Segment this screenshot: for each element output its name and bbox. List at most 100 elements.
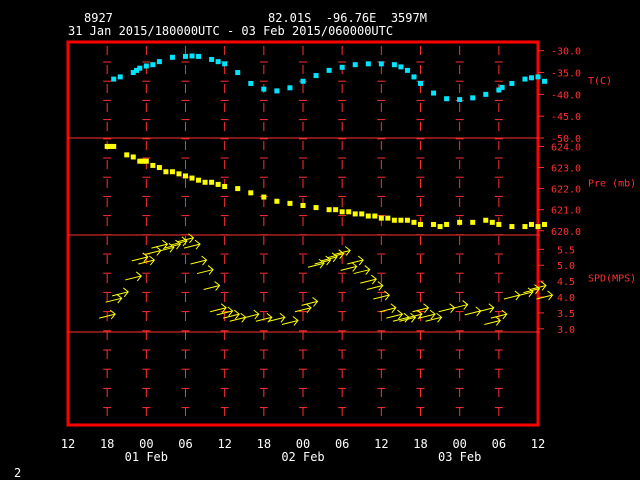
- chart-marks: [99, 53, 554, 326]
- temperature-point: [248, 80, 254, 86]
- temperature-point: [117, 74, 123, 80]
- hour-label: 12: [531, 437, 545, 451]
- pressure-point: [215, 181, 221, 187]
- temperature-point: [444, 96, 450, 102]
- y-axis-label: SPD(MPS): [588, 274, 636, 285]
- y-tick-label: 5.0: [557, 261, 575, 272]
- chart-frame: [66, 40, 540, 427]
- temperature-point: [535, 74, 541, 80]
- wind-arrow: [210, 303, 227, 314]
- temperature-point: [326, 67, 332, 73]
- pressure-point: [411, 219, 417, 225]
- temperature-point: [378, 61, 384, 67]
- chart-grid: [103, 46, 503, 421]
- pressure-point: [189, 175, 195, 181]
- temperature-point: [391, 62, 397, 68]
- wind-arrow: [196, 265, 214, 275]
- pressure-point: [183, 173, 188, 179]
- pressure-point: [352, 211, 358, 217]
- temperature-point: [222, 61, 228, 67]
- page-number: 2: [14, 466, 22, 480]
- hour-label: 00: [139, 437, 153, 451]
- temperature-point: [528, 75, 534, 81]
- temperature-point: [215, 59, 221, 65]
- temperature-point: [143, 63, 149, 69]
- temperature-point: [235, 70, 241, 76]
- y-axis-label: T(C): [588, 76, 612, 87]
- pressure-point: [398, 217, 404, 223]
- temperature-point: [183, 53, 188, 59]
- y-tick-label: 4.0: [557, 293, 575, 304]
- hour-label: 18: [100, 437, 114, 451]
- y-tick-label: 623.0: [551, 164, 581, 175]
- y-tick-label: 621.0: [551, 206, 581, 217]
- y-tick-label: 5.5: [557, 245, 575, 256]
- pressure-point: [274, 198, 280, 204]
- y-tick-label: -30.0: [551, 47, 581, 58]
- temperature-point: [300, 78, 306, 84]
- pressure-point: [470, 219, 476, 225]
- temperature-point: [209, 56, 215, 62]
- temperature-point: [189, 53, 195, 59]
- pressure-point: [535, 224, 541, 230]
- pressure-point: [418, 221, 423, 227]
- hour-label: 00: [296, 437, 310, 451]
- y-tick-label: 3.0: [557, 325, 575, 336]
- pressure-point: [431, 221, 437, 227]
- hour-label: 06: [178, 437, 192, 451]
- temperature-point: [169, 54, 175, 60]
- temperature-point: [404, 67, 410, 73]
- pressure-point: [196, 177, 202, 183]
- day-label: 01 Feb: [125, 450, 168, 464]
- temperature-point: [457, 97, 463, 103]
- y-tick-label: -45.0: [551, 112, 581, 123]
- temperature-point: [398, 64, 404, 70]
- temperature-point: [352, 62, 358, 68]
- temperature-point: [365, 61, 371, 67]
- pressure-point: [365, 213, 371, 219]
- pressure-point: [483, 217, 489, 223]
- pressure-point: [378, 215, 384, 221]
- pressure-point: [457, 219, 463, 225]
- day-label: 03 Feb: [438, 450, 481, 464]
- pressure-point: [339, 209, 345, 215]
- pressure-point: [542, 221, 548, 227]
- pressure-point: [261, 194, 267, 200]
- temperature-point: [313, 73, 319, 79]
- wind-arrow: [190, 255, 208, 266]
- meteogram-chart: 12 18 00 06 12 18 00 06 12 18 00 06 12 01 Feb 02 Feb 03…: [61, 40, 636, 464]
- pressure-point: [163, 169, 169, 175]
- hour-label: 18: [413, 437, 427, 451]
- temperature-point: [542, 78, 548, 84]
- wind-arrow: [112, 287, 129, 298]
- wind-arrow: [242, 309, 260, 320]
- pressure-point: [359, 211, 365, 217]
- temperature-point: [483, 91, 489, 97]
- y-tick-label: -35.0: [551, 69, 581, 80]
- y-tick-label: 4.5: [557, 277, 575, 288]
- hour-label: 12: [61, 437, 75, 451]
- temperature-point: [470, 95, 476, 101]
- wind-arrow: [366, 281, 384, 291]
- temperature-point: [499, 84, 505, 90]
- hour-label: 12: [217, 437, 231, 451]
- temperature-point: [137, 65, 143, 71]
- pressure-point: [489, 219, 495, 225]
- pressure-point: [143, 158, 149, 164]
- temperature-point: [522, 76, 528, 82]
- pressure-point: [124, 152, 130, 158]
- pressure-point: [209, 179, 215, 185]
- pressure-point: [444, 221, 450, 227]
- pressure-point: [287, 200, 293, 206]
- hour-label: 18: [257, 437, 271, 451]
- pressure-point: [509, 224, 515, 230]
- pressure-point: [496, 221, 502, 227]
- wind-arrow: [379, 303, 397, 314]
- pressure-point: [437, 224, 443, 230]
- y-tick-label: 624.0: [551, 142, 581, 153]
- pressure-point: [385, 215, 391, 221]
- temperature-point: [509, 80, 515, 86]
- pressure-point: [156, 165, 162, 171]
- pressure-point: [111, 143, 117, 149]
- temperature-point: [418, 80, 423, 86]
